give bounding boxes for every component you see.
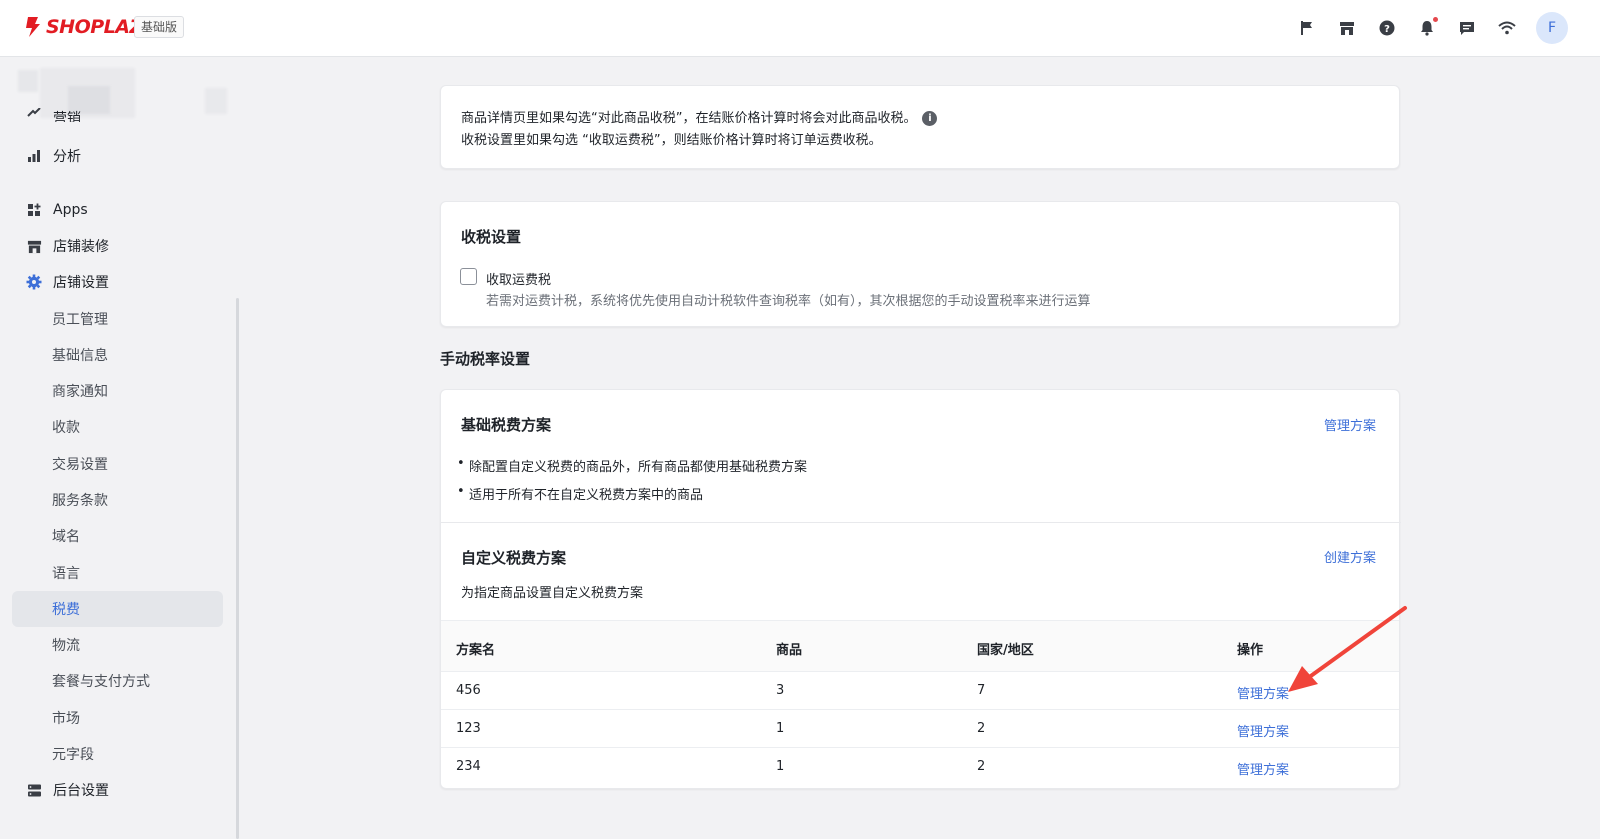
sidebar-item-store-design[interactable]: 店铺装修 — [12, 228, 223, 264]
shipping-tax-checkbox[interactable] — [460, 268, 477, 285]
column-header-actions: 操作 — [1237, 643, 1264, 658]
sidebar-item-label: 店铺设置 — [53, 275, 109, 291]
cell-regions: 2 — [977, 759, 986, 774]
gear-icon — [25, 273, 43, 291]
manage-plan-link[interactable]: 管理方案 — [1237, 759, 1289, 778]
annotation-arrow — [1288, 606, 1407, 692]
custom-plan-title: 自定义税费方案 — [461, 549, 567, 567]
sidebar-item-store-settings[interactable]: 店铺设置 — [12, 264, 223, 300]
cell-plan-name: 123 — [456, 721, 481, 736]
manual-rates-heading: 手动税率设置 — [440, 350, 531, 368]
manage-plan-link[interactable]: 管理方案 — [1237, 721, 1289, 740]
base-plan-bullet: 适用于所有不在自定义税费方案中的商品 — [457, 484, 703, 503]
notice-text: 商品详情页里如果勾选“对此商品收税”，在结账价格计算时将会对此商品收税。 — [461, 111, 917, 126]
sidebar-subitem[interactable]: 市场 — [12, 700, 223, 736]
base-plan-bullet: 除配置自定义税费的商品外，所有商品都使用基础税费方案 — [457, 456, 807, 475]
create-plan-link[interactable]: 创建方案 — [1324, 547, 1376, 566]
notice-line-2: 收税设置里如果勾选 “收取运费税”，则结账价格计算时将订单运费收税。 — [461, 133, 882, 148]
sidebar-item-marketing-partial[interactable]: 营销 — [12, 108, 223, 122]
svg-text:?: ? — [1384, 24, 1390, 35]
sidebar-scrollbar[interactable] — [236, 298, 239, 839]
sidebar-subitem[interactable]: 交易设置 — [12, 446, 223, 482]
sidebar-subitem[interactable]: 商家通知 — [12, 373, 223, 409]
sidebar-subitem[interactable]: 域名 — [12, 518, 223, 554]
bell-icon[interactable] — [1417, 17, 1438, 38]
message-icon[interactable] — [1457, 18, 1477, 38]
flag-icon[interactable] — [1297, 18, 1317, 38]
sidebar-subitem[interactable]: 元字段 — [12, 736, 223, 772]
sidebar-subitem[interactable]: 员工管理 — [12, 301, 223, 337]
blurred-region — [18, 70, 38, 92]
notice-line-1: 商品详情页里如果勾选“对此商品收税”，在结账价格计算时将会对此商品收税。 i — [461, 107, 938, 126]
notification-dot — [1433, 17, 1438, 22]
wifi-icon[interactable] — [1497, 18, 1517, 38]
sidebar-subitem-tax-active[interactable]: 税费 — [12, 591, 223, 627]
sidebar-item-label: Apps — [53, 202, 88, 218]
column-header-products: 商品 — [776, 643, 803, 658]
custom-plan-description: 为指定商品设置自定义税费方案 — [461, 586, 644, 601]
plan-badge: 基础版 — [134, 16, 185, 38]
column-header-plan-name: 方案名 — [456, 643, 496, 658]
cell-products: 3 — [776, 683, 785, 698]
sidebar-item-label: 营销 — [53, 111, 81, 122]
cell-plan-name: 234 — [456, 759, 481, 774]
avatar[interactable]: F — [1536, 12, 1568, 44]
cell-products: 1 — [776, 721, 785, 736]
cell-products: 1 — [776, 759, 785, 774]
sidebar: 营销 分析 Apps 店铺装修 店铺设置 员工管理 基础信息 商家通知 收款 交… — [0, 58, 240, 839]
sidebar-subitem[interactable]: 物流 — [12, 627, 223, 663]
info-icon[interactable]: i — [922, 111, 938, 126]
table-row: 123 1 2 管理方案 — [441, 710, 1399, 748]
server-icon — [25, 781, 43, 799]
apps-icon — [25, 201, 43, 219]
table-header: 方案名 商品 国家/地区 操作 — [441, 620, 1399, 672]
shipping-tax-label[interactable]: 收取运费税 — [486, 269, 551, 288]
tax-notice-card: 商品详情页里如果勾选“对此商品收税”，在结账价格计算时将会对此商品收税。 i 收税… — [440, 85, 1400, 169]
shipping-tax-help: 若需对运费计税，系统将优先使用自动计税软件查询税率（如有），其次根据您的手动设置… — [486, 294, 1091, 309]
sidebar-item-apps[interactable]: Apps — [12, 192, 223, 228]
table-row: 234 1 2 管理方案 — [441, 748, 1399, 786]
base-plan-title: 基础税费方案 — [461, 416, 552, 434]
manage-base-plan-link[interactable]: 管理方案 — [1324, 415, 1376, 434]
sidebar-subitem[interactable]: 套餐与支付方式 — [12, 663, 223, 699]
sidebar-subitem[interactable]: 基础信息 — [12, 337, 223, 373]
shoplazza-logo-icon — [26, 17, 40, 37]
sidebar-subitem[interactable]: 收款 — [12, 409, 223, 445]
sidebar-subitem[interactable]: 语言 — [12, 555, 223, 591]
column-header-regions: 国家/地区 — [977, 643, 1034, 658]
table-row: 456 3 7 管理方案 — [441, 672, 1399, 710]
divider — [441, 522, 1401, 523]
sidebar-item-label: 店铺装修 — [53, 239, 109, 255]
store-icon[interactable] — [1337, 18, 1357, 38]
sidebar-item-admin-settings[interactable]: 后台设置 — [12, 772, 223, 808]
sidebar-item-analytics[interactable]: 分析 — [12, 138, 223, 174]
cell-regions: 7 — [977, 683, 986, 698]
store-icon — [25, 237, 43, 255]
top-bar: SHOPLAZZA 基础版 ? F — [0, 0, 1600, 57]
cell-regions: 2 — [977, 721, 986, 736]
sidebar-item-label: 分析 — [53, 149, 81, 165]
manual-rates-card: 基础税费方案 管理方案 除配置自定义税费的商品外，所有商品都使用基础税费方案 适… — [440, 389, 1401, 789]
bar-chart-icon — [25, 147, 43, 165]
marketing-icon — [25, 108, 43, 122]
help-icon[interactable]: ? — [1377, 18, 1397, 38]
sidebar-subitem[interactable]: 服务条款 — [12, 482, 223, 518]
tax-settings-title: 收税设置 — [461, 228, 522, 246]
sidebar-item-label: 后台设置 — [53, 783, 109, 799]
tax-settings-card: 收税设置 收取运费税 若需对运费计税，系统将优先使用自动计税软件查询税率（如有）… — [440, 201, 1400, 327]
cell-plan-name: 456 — [456, 683, 481, 698]
